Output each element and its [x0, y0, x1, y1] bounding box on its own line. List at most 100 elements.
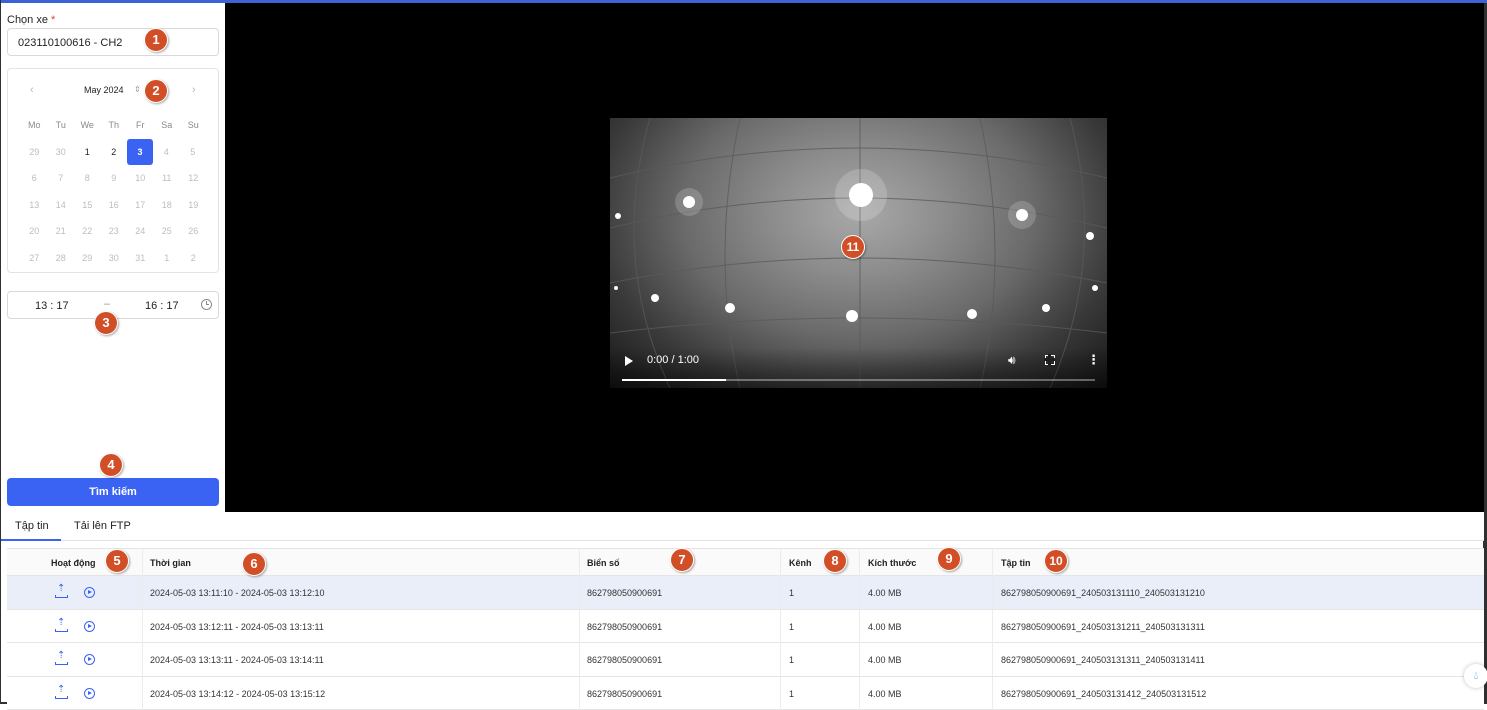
cell-channel: 1: [789, 655, 794, 665]
calendar-day[interactable]: 26: [180, 219, 207, 243]
calendar-day[interactable]: 16: [101, 193, 128, 217]
play-circle-icon[interactable]: [84, 654, 95, 665]
required-mark: *: [51, 14, 55, 26]
search-button[interactable]: Tìm kiếm: [7, 478, 219, 506]
calendar-day[interactable]: 27: [21, 246, 48, 270]
calendar-day[interactable]: 10: [127, 166, 154, 190]
calendar-day[interactable]: 25: [154, 219, 181, 243]
vehicle-select[interactable]: 023110100616 - CH2: [7, 28, 219, 56]
tab-bar: Tập tin Tải lên FTP: [1, 512, 1484, 541]
upload-icon[interactable]: [55, 687, 66, 699]
volume-icon[interactable]: 🔊︎: [1008, 353, 1016, 368]
chevron-left-icon[interactable]: ‹: [30, 84, 34, 96]
time-start[interactable]: 13 : 17: [35, 300, 69, 312]
calendar-day[interactable]: 23: [101, 219, 128, 243]
column-size: Kích thước: [868, 558, 916, 568]
tab-files[interactable]: Tập tin: [15, 520, 49, 532]
step-marker: 2: [144, 79, 168, 103]
column-divider: [579, 643, 580, 676]
step-marker: 1: [144, 28, 168, 52]
calendar-day[interactable]: 11: [154, 166, 181, 190]
cell-plate: 862798050900691: [587, 689, 662, 699]
column-divider: [142, 677, 143, 710]
calendar-week: 293012345: [21, 139, 207, 166]
cell-plate: 862798050900691: [587, 588, 662, 598]
calendar-day[interactable]: 21: [48, 219, 75, 243]
play-circle-icon[interactable]: [84, 587, 95, 598]
weekday-row: MoTuWeThFrSaSu: [21, 112, 207, 139]
table-row[interactable]: 2024-05-03 13:12:11 - 2024-05-03 13:13:1…: [7, 610, 1484, 644]
calendar-day[interactable]: 14: [48, 193, 75, 217]
calendar-day[interactable]: 8: [74, 166, 101, 190]
calendar-day-selected[interactable]: 3: [127, 139, 153, 165]
calendar-day[interactable]: 17: [127, 193, 154, 217]
sort-caret-icon[interactable]: ⇕: [134, 85, 141, 94]
tab-ftp-upload[interactable]: Tải lên FTP: [74, 520, 131, 532]
calendar-month[interactable]: May 2024: [84, 85, 124, 95]
calendar-day[interactable]: 22: [74, 219, 101, 243]
calendar-day[interactable]: 29: [74, 246, 101, 270]
video-time: 0:00 / 1:00: [647, 354, 699, 366]
time-end[interactable]: 16 : 17: [145, 300, 179, 312]
column-plate: Biển số: [587, 558, 620, 568]
column-divider: [859, 643, 860, 676]
calendar-day[interactable]: 29: [21, 140, 48, 164]
table-row[interactable]: 2024-05-03 13:13:11 - 2024-05-03 13:14:1…: [7, 643, 1484, 677]
step-marker: 4: [99, 453, 123, 477]
calendar-day[interactable]: 9: [101, 166, 128, 190]
help-drop-icon[interactable]: 💧︎: [1464, 664, 1487, 688]
calendar-day[interactable]: 13: [21, 193, 48, 217]
column-time: Thời gian: [150, 558, 191, 568]
files-table: Hoạt động Thời gian Biển số Kênh Kích th…: [7, 548, 1484, 710]
active-tab-indicator: [1, 539, 61, 541]
calendar-day[interactable]: 1: [74, 140, 101, 164]
calendar-week: 20212223242526: [21, 218, 207, 245]
column-divider: [780, 643, 781, 676]
play-circle-icon[interactable]: [84, 688, 95, 699]
column-divider: [780, 576, 781, 609]
calendar-day[interactable]: 31: [127, 246, 154, 270]
column-divider: [579, 677, 580, 710]
column-divider: [992, 610, 993, 643]
fullscreen-icon[interactable]: [1045, 355, 1055, 365]
filter-panel: Chọn xe * 023110100616 - CH2 ‹ May 2024 …: [1, 3, 225, 512]
cell-file: 862798050900691_240503131412_24050313151…: [1001, 689, 1206, 699]
calendar-day[interactable]: 5: [180, 140, 207, 164]
calendar-day[interactable]: 28: [48, 246, 75, 270]
table-body: 2024-05-03 13:11:10 - 2024-05-03 13:12:1…: [7, 576, 1484, 710]
calendar-day[interactable]: 20: [21, 219, 48, 243]
weekday-label: Th: [101, 113, 128, 137]
play-icon[interactable]: [625, 356, 633, 366]
play-circle-icon[interactable]: [84, 621, 95, 632]
column-divider: [859, 677, 860, 710]
video-progress-bar[interactable]: [622, 379, 1095, 381]
calendar-day[interactable]: 12: [180, 166, 207, 190]
calendar-day[interactable]: 6: [21, 166, 48, 190]
upload-icon[interactable]: [55, 586, 66, 598]
calendar-day[interactable]: 24: [127, 219, 154, 243]
cell-size: 4.00 MB: [868, 622, 902, 632]
video-controls: 0:00 / 1:00 🔊︎ ⋮: [610, 348, 1107, 388]
calendar-day[interactable]: 19: [180, 193, 207, 217]
chevron-right-icon[interactable]: ›: [192, 84, 196, 96]
column-divider: [992, 677, 993, 710]
calendar-day[interactable]: 30: [101, 246, 128, 270]
cell-channel: 1: [789, 588, 794, 598]
table-row[interactable]: 2024-05-03 13:11:10 - 2024-05-03 13:12:1…: [7, 576, 1484, 610]
calendar-day[interactable]: 1: [154, 246, 181, 270]
calendar-day[interactable]: 7: [48, 166, 75, 190]
weekday-label: We: [74, 113, 101, 137]
app-frame: Chọn xe * 023110100616 - CH2 ‹ May 2024 …: [0, 0, 1487, 704]
calendar-day[interactable]: 4: [153, 140, 180, 164]
more-options-icon[interactable]: ⋮: [1087, 352, 1100, 368]
upload-icon[interactable]: [55, 620, 66, 632]
calendar-day[interactable]: 2: [180, 246, 207, 270]
calendar-day[interactable]: 2: [101, 140, 128, 164]
table-row[interactable]: 2024-05-03 13:14:12 - 2024-05-03 13:15:1…: [7, 677, 1484, 710]
vehicle-label: Chọn xe *: [7, 14, 55, 26]
calendar-day[interactable]: 30: [48, 140, 75, 164]
weekday-label: Sa: [154, 113, 181, 137]
upload-icon[interactable]: [55, 653, 66, 665]
calendar-day[interactable]: 18: [154, 193, 181, 217]
calendar-day[interactable]: 15: [74, 193, 101, 217]
